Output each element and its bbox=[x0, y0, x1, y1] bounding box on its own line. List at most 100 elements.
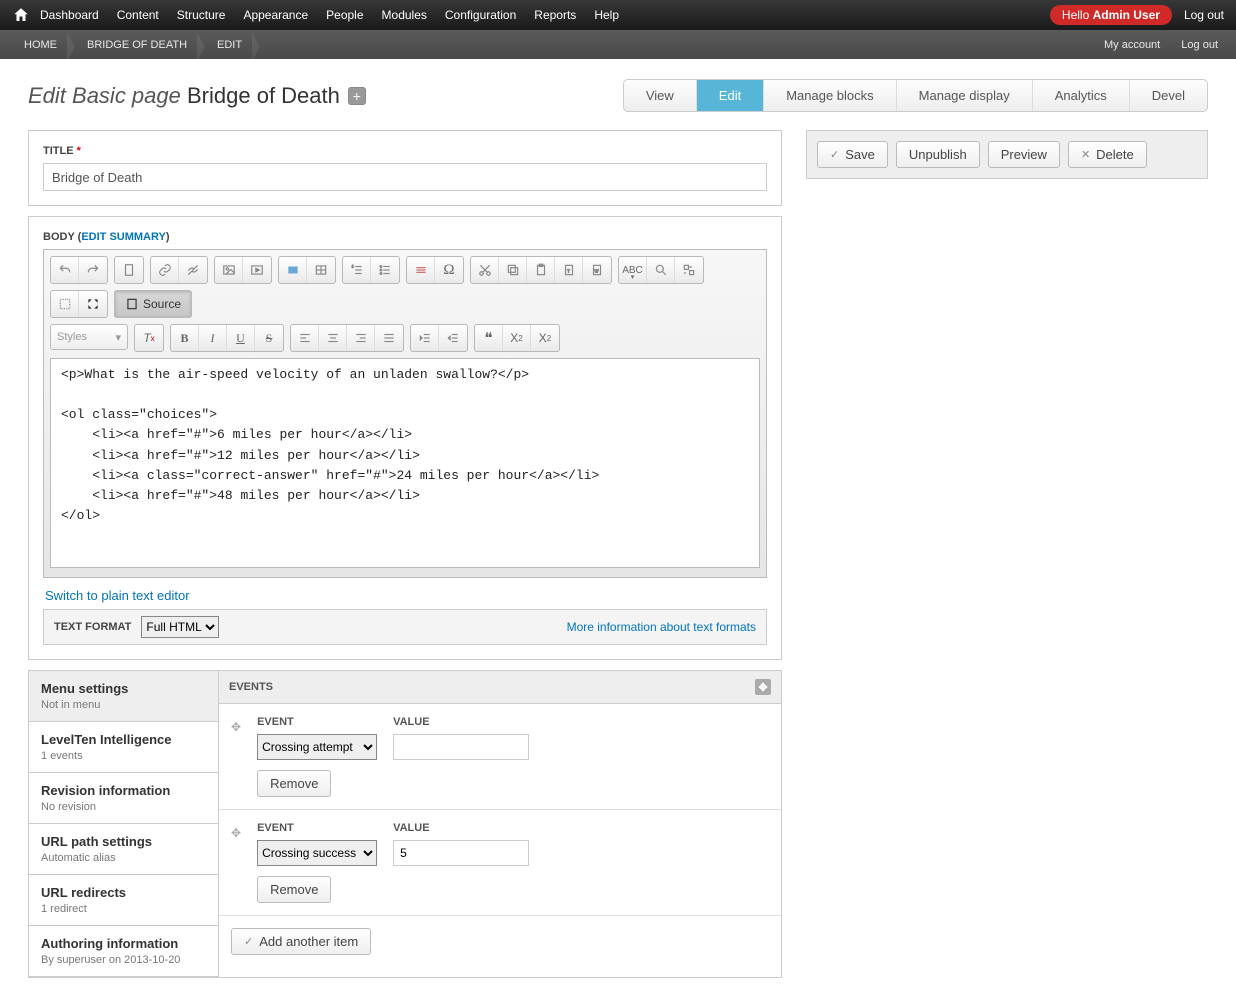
event-value-input[interactable] bbox=[393, 734, 529, 760]
menu-reports[interactable]: Reports bbox=[534, 8, 576, 22]
vtab-revision[interactable]: Revision informationNo revision bbox=[29, 773, 218, 824]
primary-tabs: View Edit Manage blocks Manage display A… bbox=[623, 79, 1208, 112]
menu-people[interactable]: People bbox=[326, 8, 363, 22]
my-account-link[interactable]: My account bbox=[1104, 39, 1160, 51]
vtab-menu-settings[interactable]: Menu settingsNot in menu bbox=[29, 671, 218, 722]
link-icon[interactable] bbox=[151, 257, 179, 283]
event-row: ✥ EVENT Crossing attempt Remove VALUE bbox=[219, 704, 781, 810]
align-center-icon[interactable] bbox=[319, 325, 347, 351]
paste-word-icon[interactable]: W bbox=[583, 257, 611, 283]
hello-badge: Hello Admin User bbox=[1050, 5, 1172, 25]
blockquote-icon[interactable]: ❝ bbox=[475, 325, 503, 351]
save-button[interactable]: ✓Save bbox=[817, 141, 888, 168]
paste-icon[interactable] bbox=[527, 257, 555, 283]
add-item-button[interactable]: ✓Add another item bbox=[231, 928, 371, 955]
event-select[interactable]: Crossing attempt bbox=[257, 734, 377, 760]
remove-button[interactable]: Remove bbox=[257, 876, 331, 903]
title-panel: TITLE * bbox=[28, 130, 782, 206]
svg-text:1: 1 bbox=[351, 265, 353, 269]
find-icon[interactable] bbox=[647, 257, 675, 283]
tab-analytics[interactable]: Analytics bbox=[1032, 80, 1129, 111]
crumb-home[interactable]: HOME bbox=[18, 39, 75, 51]
title-input[interactable] bbox=[43, 163, 767, 191]
image-icon[interactable] bbox=[215, 257, 243, 283]
menu-help[interactable]: Help bbox=[594, 8, 619, 22]
vtab-url-path[interactable]: URL path settingsAutomatic alias bbox=[29, 824, 218, 875]
subscript-icon[interactable]: X2 bbox=[503, 325, 531, 351]
specialchar-icon[interactable]: Ω bbox=[435, 257, 463, 283]
tab-manage-blocks[interactable]: Manage blocks bbox=[763, 80, 895, 111]
drag-handle-icon[interactable]: ✥ bbox=[231, 822, 241, 840]
title-label: TITLE * bbox=[43, 145, 767, 157]
wysiwyg-editor: 1 Ω T W bbox=[43, 249, 767, 578]
body-panel: BODY (EDIT SUMMARY) bbox=[28, 216, 782, 660]
undo-icon[interactable] bbox=[51, 257, 79, 283]
menu-modules[interactable]: Modules bbox=[382, 8, 427, 22]
cut-icon[interactable] bbox=[471, 257, 499, 283]
copy-icon[interactable] bbox=[499, 257, 527, 283]
source-button[interactable]: Source bbox=[115, 291, 191, 317]
table-icon[interactable] bbox=[307, 257, 335, 283]
unlink-icon[interactable] bbox=[179, 257, 207, 283]
align-left-icon[interactable] bbox=[291, 325, 319, 351]
replace-icon[interactable] bbox=[675, 257, 703, 283]
align-justify-icon[interactable] bbox=[375, 325, 403, 351]
tab-manage-display[interactable]: Manage display bbox=[896, 80, 1032, 111]
menu-content[interactable]: Content bbox=[117, 8, 159, 22]
bullet-list-icon[interactable] bbox=[371, 257, 399, 283]
menu-appearance[interactable]: Appearance bbox=[243, 8, 308, 22]
event-select[interactable]: Crossing success bbox=[257, 840, 377, 866]
vtab-authoring[interactable]: Authoring informationBy superuser on 201… bbox=[29, 926, 218, 977]
unpublish-button[interactable]: Unpublish bbox=[896, 141, 980, 168]
edit-summary-link[interactable]: EDIT SUMMARY bbox=[81, 231, 166, 243]
numbered-list-icon[interactable]: 1 bbox=[343, 257, 371, 283]
vtab-levelten[interactable]: LevelTen Intelligence1 events bbox=[29, 722, 218, 773]
body-label: BODY (EDIT SUMMARY) bbox=[43, 231, 767, 243]
expand-icon[interactable]: ✥ bbox=[755, 679, 771, 695]
menu-structure[interactable]: Structure bbox=[177, 8, 226, 22]
underline-icon[interactable]: U bbox=[227, 325, 255, 351]
paste-text-icon[interactable]: T bbox=[555, 257, 583, 283]
menu-configuration[interactable]: Configuration bbox=[445, 8, 516, 22]
drag-handle-icon[interactable]: ✥ bbox=[231, 716, 241, 734]
maximize-icon[interactable] bbox=[79, 291, 107, 317]
text-format-help-link[interactable]: More information about text formats bbox=[567, 620, 756, 634]
logout-link-sub[interactable]: Log out bbox=[1181, 39, 1218, 51]
add-button[interactable]: + bbox=[348, 87, 366, 105]
superscript-icon[interactable]: X2 bbox=[531, 325, 559, 351]
remove-button[interactable]: Remove bbox=[257, 770, 331, 797]
tab-view[interactable]: View bbox=[624, 80, 696, 111]
tab-devel[interactable]: Devel bbox=[1129, 80, 1207, 111]
event-row: ✥ EVENT Crossing success Remove VALUE bbox=[219, 810, 781, 916]
value-label: VALUE bbox=[393, 716, 529, 728]
newpage-icon[interactable] bbox=[115, 257, 143, 283]
remove-format-icon[interactable]: Tx bbox=[135, 325, 163, 351]
outdent-icon[interactable] bbox=[411, 325, 439, 351]
text-format-select[interactable]: Full HTML bbox=[141, 616, 219, 638]
hr-icon[interactable] bbox=[407, 257, 435, 283]
home-icon[interactable] bbox=[12, 6, 30, 24]
crumb-edit[interactable]: EDIT bbox=[211, 39, 260, 51]
delete-button[interactable]: ✕Delete bbox=[1068, 141, 1147, 168]
align-right-icon[interactable] bbox=[347, 325, 375, 351]
italic-icon[interactable]: I bbox=[199, 325, 227, 351]
indent-icon[interactable] bbox=[439, 325, 467, 351]
styles-dropdown[interactable]: Styles▾ bbox=[50, 324, 128, 350]
redo-icon[interactable] bbox=[79, 257, 107, 283]
preview-button[interactable]: Preview bbox=[988, 141, 1060, 168]
menu-dashboard[interactable]: Dashboard bbox=[40, 8, 99, 22]
media-icon[interactable] bbox=[243, 257, 271, 283]
tab-edit[interactable]: Edit bbox=[696, 80, 763, 111]
event-value-input[interactable] bbox=[393, 840, 529, 866]
logout-link-top[interactable]: Log out bbox=[1184, 8, 1224, 22]
showblocks-icon[interactable] bbox=[51, 291, 79, 317]
plain-text-editor-link[interactable]: Switch to plain text editor bbox=[45, 588, 190, 603]
crumb-node[interactable]: BRIDGE OF DEATH bbox=[81, 39, 205, 51]
vtab-url-redirects[interactable]: URL redirects1 redirect bbox=[29, 875, 218, 926]
spellcheck-icon[interactable]: ABC▾ bbox=[619, 257, 647, 283]
text-format-label: TEXT FORMAT bbox=[54, 621, 131, 633]
source-textarea[interactable] bbox=[50, 358, 760, 568]
select-icon[interactable] bbox=[279, 257, 307, 283]
strike-icon[interactable]: S bbox=[255, 325, 283, 351]
bold-icon[interactable]: B bbox=[171, 325, 199, 351]
